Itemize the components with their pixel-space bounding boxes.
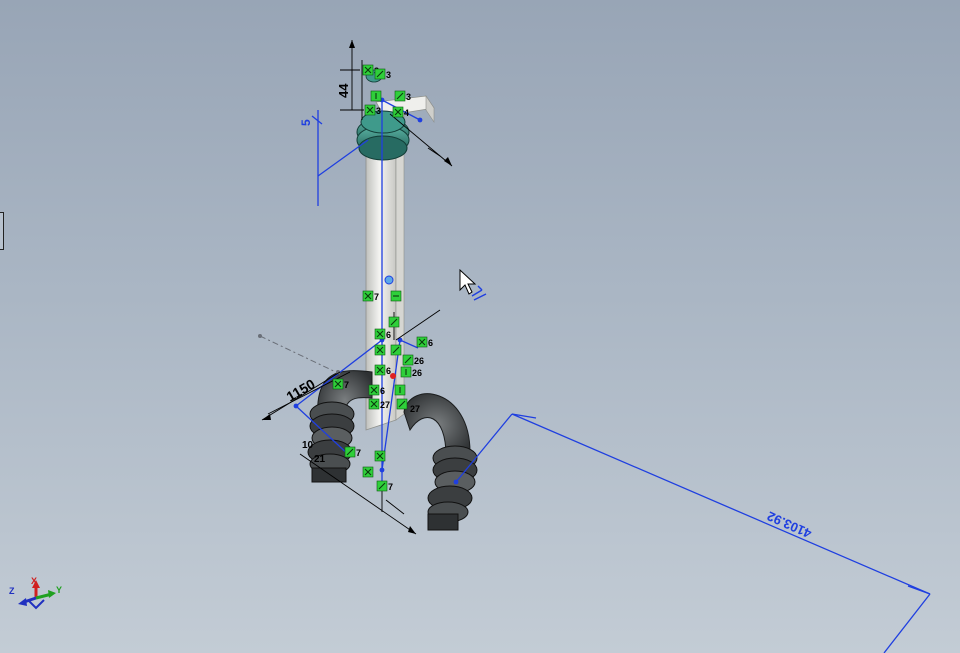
relation-count-label: 6: [380, 386, 385, 396]
model-view[interactable]: 44 5 1150 4103.92 10 21 27 3333476626626…: [0, 0, 960, 653]
dimension-lines[interactable]: [261, 40, 453, 535]
relation-x-icon[interactable]: [374, 450, 386, 462]
relation-count-label: 7: [374, 292, 379, 302]
relation-count-label: 26: [412, 368, 422, 378]
triad-x-label: X: [31, 576, 37, 586]
relation-count-label: 3: [386, 70, 391, 80]
relation-slash-icon[interactable]: [402, 354, 414, 366]
relation-x-icon[interactable]: [392, 106, 404, 118]
relation-x-icon[interactable]: [374, 364, 386, 376]
reference-triad: X Y Z: [9, 576, 62, 610]
3d-sketch-cursor-icon: [471, 285, 487, 301]
relation-count-label: 6: [428, 338, 433, 348]
relation-count-label: 3: [376, 106, 381, 116]
relation-x-icon[interactable]: [332, 378, 344, 390]
relation-vert-icon[interactable]: [370, 90, 382, 102]
relation-slash-icon[interactable]: [394, 90, 406, 102]
relation-x-icon[interactable]: [416, 336, 428, 348]
relation-count-label: 3: [406, 92, 411, 102]
relation-x-icon[interactable]: [362, 64, 374, 76]
dimension-21-label[interactable]: 21: [314, 454, 326, 465]
dimension-5-label[interactable]: 5: [299, 119, 313, 126]
relation-count-label: 6: [386, 366, 391, 376]
relation-slash-icon[interactable]: [390, 344, 402, 356]
relation-count-label: 7: [388, 482, 393, 492]
arrow-pointer-icon: [459, 268, 477, 295]
relation-count-label: 4: [404, 108, 409, 118]
relation-count-label: 7: [356, 448, 361, 458]
relation-slash-icon[interactable]: [374, 68, 386, 80]
relation-x-icon[interactable]: [368, 384, 380, 396]
relation-x-icon[interactable]: [374, 328, 386, 340]
relation-count-label: 26: [414, 356, 424, 366]
dimension-10-label[interactable]: 10: [302, 440, 314, 451]
relation-vert-icon[interactable]: [394, 384, 406, 396]
relation-x-icon[interactable]: [374, 344, 386, 356]
relation-slash-icon[interactable]: [388, 316, 400, 328]
dimension-1150-label[interactable]: 1150: [284, 375, 318, 404]
right-u-bend-fitting[interactable]: [403, 393, 478, 531]
relation-count-label: 27: [380, 400, 390, 410]
graphics-viewport[interactable]: 44 5 1150 4103.92 10 21 27 3333476626626…: [0, 0, 960, 653]
relation-x-icon[interactable]: [368, 398, 380, 410]
triad-z-label: Z: [9, 586, 15, 596]
relation-count-label: 7: [344, 380, 349, 390]
triad-y-label: Y: [56, 585, 62, 595]
dimension-arrows: [262, 40, 452, 534]
relation-x-icon[interactable]: [364, 104, 376, 116]
dimension-27-label[interactable]: 27: [410, 404, 420, 414]
relation-horiz-icon[interactable]: [390, 290, 402, 302]
relation-slash-icon[interactable]: [344, 446, 356, 458]
relation-vert-icon[interactable]: [400, 366, 412, 378]
dimension-4103-label[interactable]: 4103.92: [765, 508, 814, 541]
relation-count-label: 6: [386, 330, 391, 340]
relation-x-icon[interactable]: [362, 466, 374, 478]
construction-line[interactable]: [259, 335, 341, 375]
relation-x-icon[interactable]: [362, 290, 374, 302]
relation-slash-icon[interactable]: [376, 480, 388, 492]
rotation-center-icon: [384, 275, 394, 285]
dimension-44-label[interactable]: 44: [336, 83, 351, 98]
construction-point[interactable]: [258, 334, 262, 338]
relation-slash-icon[interactable]: [396, 398, 408, 410]
